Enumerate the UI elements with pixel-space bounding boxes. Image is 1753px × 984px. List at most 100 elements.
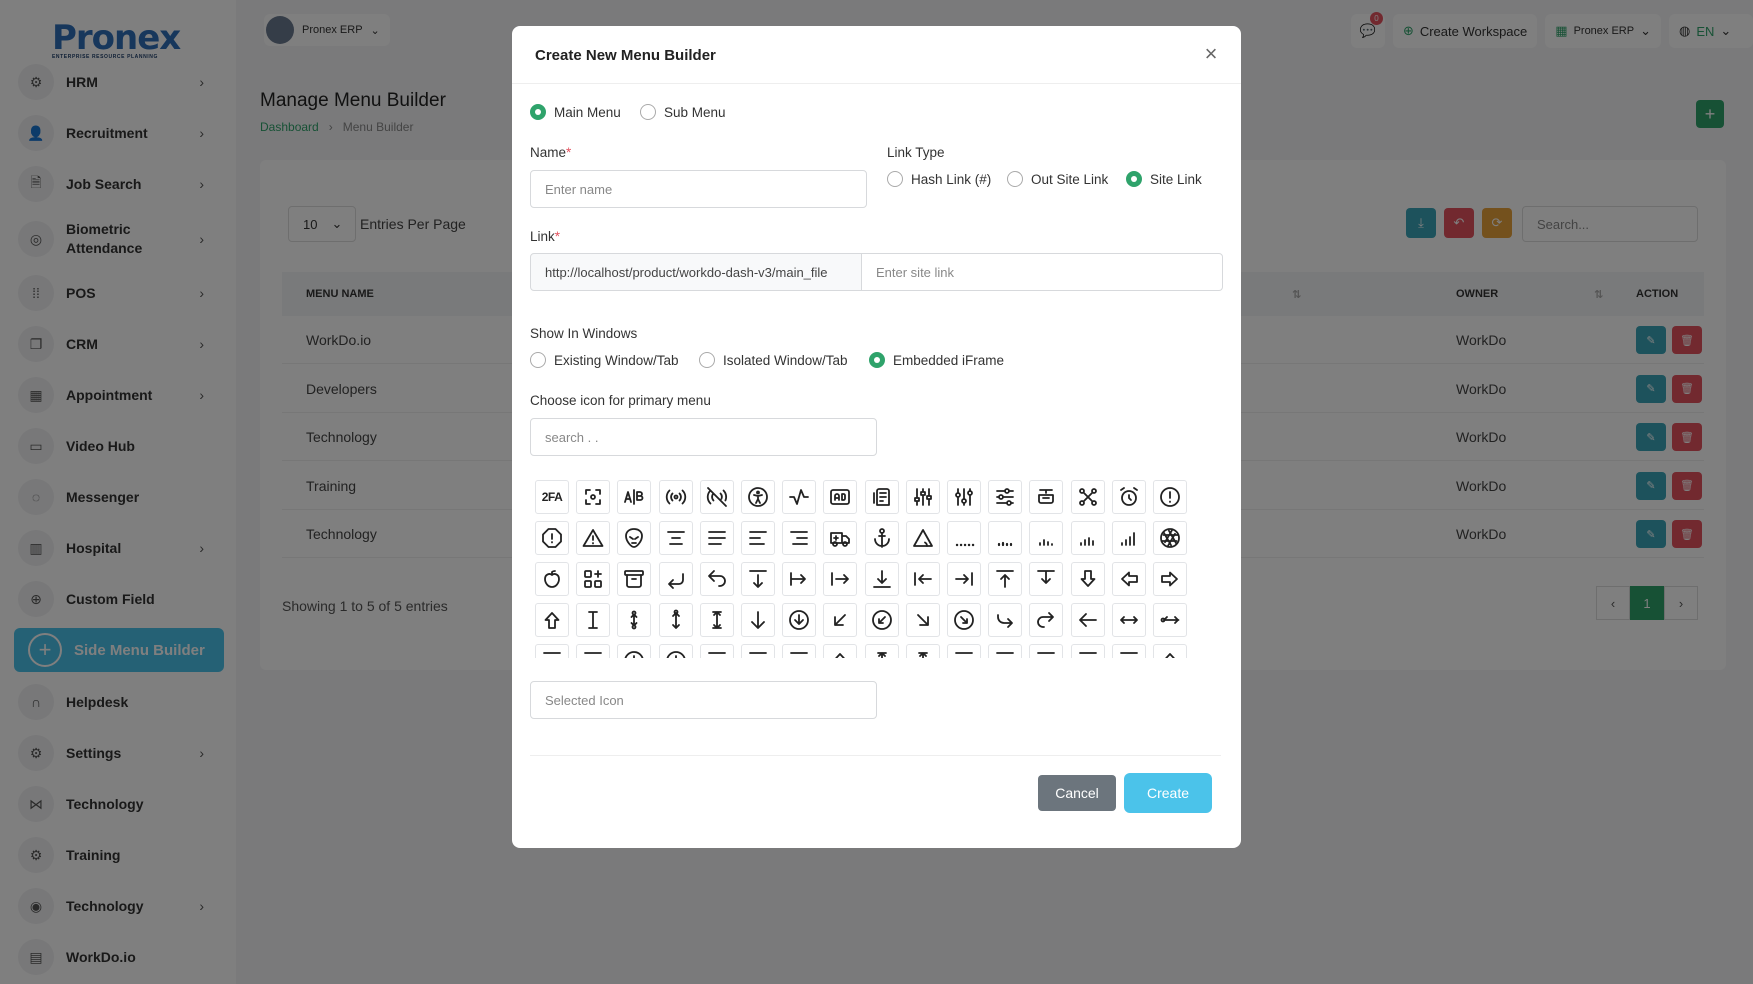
- arrow-partial-icon[interactable]: [947, 644, 981, 658]
- arrow-partial-icon[interactable]: [535, 644, 569, 658]
- arrow-big-right-icon[interactable]: [1153, 562, 1187, 596]
- adjustments-icon[interactable]: [905, 480, 940, 514]
- selected-icon-input[interactable]: Selected Icon: [530, 681, 877, 719]
- arrow-bar-down-icon[interactable]: [741, 562, 775, 596]
- arrows-left-right-icon[interactable]: [1111, 603, 1146, 637]
- accessible-icon[interactable]: [741, 480, 775, 514]
- arrow-down-right-icon[interactable]: [905, 603, 940, 637]
- ad-icon[interactable]: [823, 480, 858, 514]
- apps-icon[interactable]: [576, 562, 611, 596]
- arrow-bar-up-icon[interactable]: [1029, 562, 1064, 596]
- arrow-bar-to-down-icon[interactable]: [864, 562, 899, 596]
- aerial-lift-icon[interactable]: [1029, 480, 1064, 514]
- aperture-icon[interactable]: [1153, 521, 1187, 555]
- arrow-partial-icon[interactable]: [658, 644, 693, 658]
- arrow-back-icon[interactable]: [658, 562, 693, 596]
- radio-isolated-window-dot[interactable]: [699, 352, 715, 368]
- arrow-left-right-circle-icon[interactable]: [1153, 603, 1187, 637]
- arrow-down-icon[interactable]: [741, 603, 775, 637]
- arrow-bar-to-left-icon[interactable]: [905, 562, 940, 596]
- arrow-down-left-icon[interactable]: [823, 603, 858, 637]
- radio-out-site-link-dot[interactable]: [1007, 171, 1023, 187]
- arrow-partial-icon[interactable]: [1029, 644, 1064, 658]
- ad-document-icon[interactable]: [864, 480, 899, 514]
- antenna-bars-4-icon[interactable]: [1070, 521, 1105, 555]
- arrow-forward-icon[interactable]: [988, 603, 1023, 637]
- anchor-icon[interactable]: [864, 521, 899, 555]
- arrow-big-down-icon[interactable]: [1070, 562, 1105, 596]
- antenna-bars-5-icon[interactable]: [1111, 521, 1146, 555]
- radio-embedded-iframe[interactable]: Embedded iFrame: [869, 352, 1004, 368]
- align-right-icon[interactable]: [782, 521, 817, 555]
- arrow-big-top-icon[interactable]: [535, 603, 569, 637]
- antenna-bars-3-icon[interactable]: [1029, 521, 1064, 555]
- arrow-bar-to-up-icon[interactable]: [988, 562, 1023, 596]
- radio-main-menu-dot[interactable]: [530, 104, 546, 120]
- radio-isolated-window[interactable]: Isolated Window/Tab: [699, 352, 848, 368]
- activity-icon[interactable]: [782, 480, 817, 514]
- arrow-partial-icon[interactable]: [617, 644, 652, 658]
- arrow-down-circle-icon[interactable]: [782, 603, 817, 637]
- archive-icon[interactable]: [617, 562, 652, 596]
- adjustments-alt-icon[interactable]: [947, 480, 981, 514]
- arrow-back-up-icon[interactable]: [699, 562, 734, 596]
- two-factor-auth-icon[interactable]: 2FA: [535, 480, 569, 514]
- radio-main-menu[interactable]: Main Menu: [530, 104, 621, 120]
- arrow-partial-icon[interactable]: [1111, 644, 1146, 658]
- ab-test-icon[interactable]: [617, 480, 652, 514]
- antenna-bars-1-icon[interactable]: [947, 521, 981, 555]
- antenna-icon[interactable]: [658, 480, 693, 514]
- icon-search-input[interactable]: search . .: [530, 418, 877, 456]
- radio-site-link-dot[interactable]: [1126, 171, 1142, 187]
- ambulance-icon[interactable]: [823, 521, 858, 555]
- alert-triangle-icon[interactable]: [576, 521, 611, 555]
- radio-hash-link[interactable]: Hash Link (#): [887, 171, 991, 187]
- arrow-partial-icon[interactable]: [864, 644, 899, 658]
- radio-site-link[interactable]: Site Link: [1126, 171, 1202, 187]
- cancel-button[interactable]: Cancel: [1038, 775, 1116, 811]
- arrows-vertical-circle-icon[interactable]: [617, 603, 652, 637]
- close-icon[interactable]: ×: [1199, 42, 1223, 66]
- arrow-partial-icon[interactable]: [782, 644, 817, 658]
- arrow-partial-icon[interactable]: [905, 644, 940, 658]
- alarm-icon[interactable]: [1111, 480, 1146, 514]
- arrow-partial-icon[interactable]: [823, 644, 858, 658]
- alien-icon[interactable]: [617, 521, 652, 555]
- align-center-icon[interactable]: [658, 521, 693, 555]
- focus-icon[interactable]: [576, 480, 611, 514]
- arrow-bottom-circle-icon[interactable]: [658, 603, 693, 637]
- alert-circle-icon[interactable]: [1153, 480, 1187, 514]
- radio-existing-window[interactable]: Existing Window/Tab: [530, 352, 679, 368]
- arrow-partial-icon[interactable]: [1070, 644, 1105, 658]
- site-link-input[interactable]: Enter site link: [862, 253, 1223, 291]
- arrow-partial-icon[interactable]: [1153, 644, 1187, 658]
- alert-octagon-icon[interactable]: [535, 521, 569, 555]
- adjustments-horizontal-icon[interactable]: [988, 480, 1023, 514]
- arrow-bar-right-icon[interactable]: [823, 562, 858, 596]
- angle-icon[interactable]: [905, 521, 940, 555]
- arrow-big-left-icon[interactable]: [1111, 562, 1146, 596]
- radio-sub-menu[interactable]: Sub Menu: [640, 104, 726, 120]
- create-button[interactable]: Create: [1124, 773, 1212, 813]
- align-justified-icon[interactable]: [699, 521, 734, 555]
- radio-sub-menu-dot[interactable]: [640, 104, 656, 120]
- arrow-bar-to-right-icon[interactable]: [947, 562, 981, 596]
- antenna-bars-2-icon[interactable]: [988, 521, 1023, 555]
- arrows-vertical-icon[interactable]: [699, 603, 734, 637]
- radio-out-site-link[interactable]: Out Site Link: [1007, 171, 1108, 187]
- arrow-partial-icon[interactable]: [576, 644, 611, 658]
- antenna-off-icon[interactable]: [699, 480, 734, 514]
- radio-embedded-iframe-dot[interactable]: [869, 352, 885, 368]
- arrow-partial-icon[interactable]: [741, 644, 775, 658]
- align-left-icon[interactable]: [741, 521, 775, 555]
- arrow-down-left-circle-icon[interactable]: [864, 603, 899, 637]
- arrow-partial-icon[interactable]: [699, 644, 734, 658]
- arrow-forward-up-icon[interactable]: [1029, 603, 1064, 637]
- name-input[interactable]: Enter name: [530, 170, 867, 208]
- arrow-bar-left-icon[interactable]: [782, 562, 817, 596]
- arrow-down-right-circle-icon[interactable]: [947, 603, 981, 637]
- arrow-left-icon[interactable]: [1070, 603, 1105, 637]
- radio-existing-window-dot[interactable]: [530, 352, 546, 368]
- radio-hash-link-dot[interactable]: [887, 171, 903, 187]
- apple-icon[interactable]: [535, 562, 569, 596]
